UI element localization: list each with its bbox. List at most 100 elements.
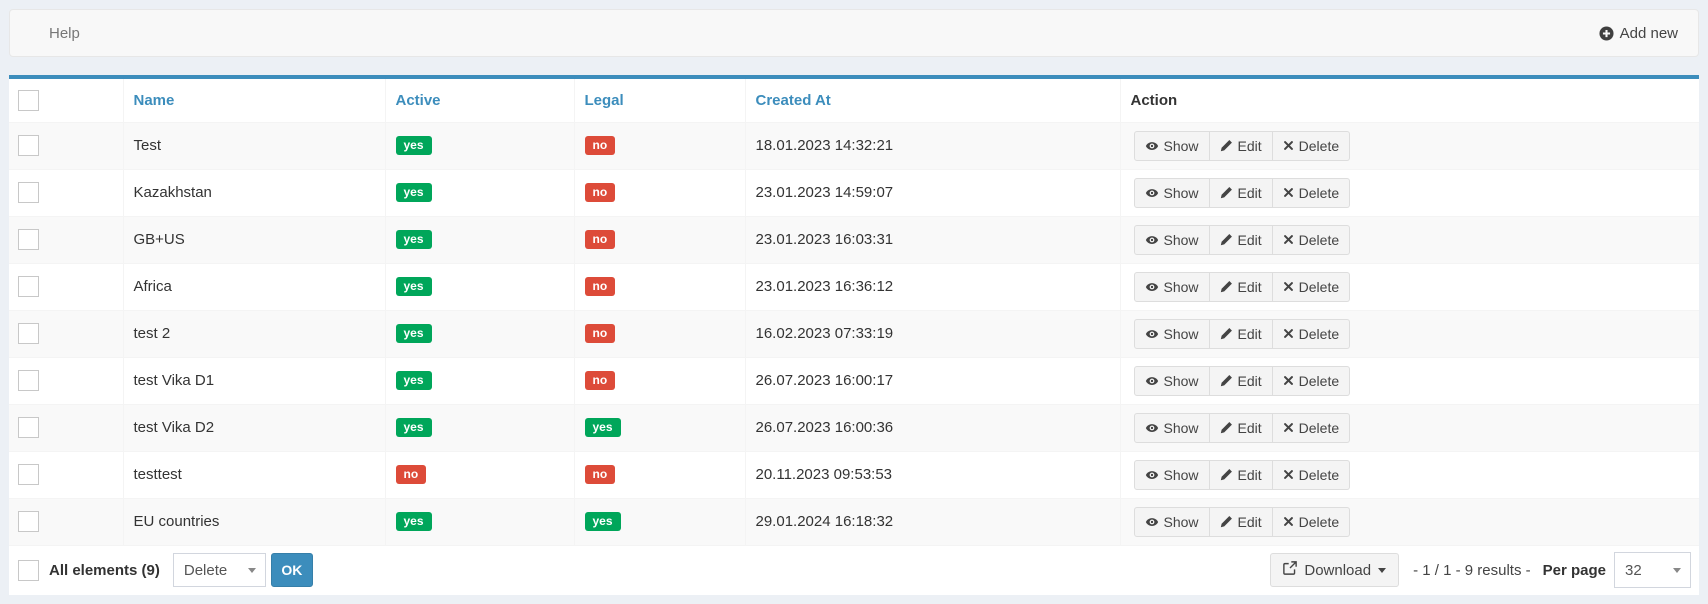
table-row: Kazakhstan yes no 23.01.2023 14:59:07 [9, 169, 1699, 216]
row-created-at: 18.01.2023 14:32:21 [756, 137, 894, 154]
show-button[interactable]: Show [1134, 225, 1210, 255]
show-button[interactable]: Show [1134, 272, 1210, 302]
column-header-name[interactable]: Name [134, 92, 175, 109]
bulk-action-value: Delete [184, 562, 227, 579]
eye-icon [1145, 421, 1159, 435]
add-new-button[interactable]: Add new [1599, 25, 1678, 42]
legal-badge: no [585, 324, 616, 343]
row-checkbox[interactable] [18, 135, 39, 156]
pagination: Download - 1 / 1 - 9 results - Per page … [1270, 552, 1691, 588]
row-created-at: 20.11.2023 09:53:53 [756, 466, 893, 483]
row-action-group: Show Edit [1134, 413, 1351, 443]
column-header-legal[interactable]: Legal [585, 92, 624, 109]
show-button[interactable]: Show [1134, 178, 1210, 208]
download-button[interactable]: Download [1270, 553, 1399, 587]
active-badge: yes [396, 512, 432, 531]
caret-down-icon [1378, 568, 1386, 573]
select-all-footer-checkbox[interactable] [18, 560, 39, 581]
page: Help Add new Name Active Legal Created A… [0, 0, 1708, 604]
x-icon [1283, 281, 1294, 292]
x-icon [1283, 375, 1294, 386]
row-checkbox[interactable] [18, 370, 39, 391]
row-name: EU countries [134, 513, 220, 530]
legal-badge: yes [585, 512, 621, 531]
row-created-at: 23.01.2023 16:36:12 [756, 278, 894, 295]
select-all-checkbox[interactable] [18, 90, 39, 111]
help-link[interactable]: Help [49, 25, 80, 42]
row-created-at: 23.01.2023 16:03:31 [756, 231, 894, 248]
row-checkbox[interactable] [18, 464, 39, 485]
edit-button[interactable]: Edit [1210, 178, 1273, 208]
edit-button[interactable]: Edit [1210, 366, 1273, 396]
table-header-row: Name Active Legal Created At Action [9, 79, 1699, 122]
pencil-icon [1220, 421, 1233, 434]
list-footer: All elements (9) Delete OK Download [9, 546, 1699, 595]
ok-button[interactable]: OK [271, 553, 313, 587]
active-badge: no [396, 465, 427, 484]
delete-button[interactable]: Delete [1273, 272, 1350, 302]
row-action-group: Show Edit [1134, 507, 1351, 537]
row-action-group: Show Edit [1134, 225, 1351, 255]
edit-button[interactable]: Edit [1210, 413, 1273, 443]
per-page-label: Per page [1543, 562, 1606, 579]
delete-button[interactable]: Delete [1273, 178, 1350, 208]
x-icon [1283, 516, 1294, 527]
show-button[interactable]: Show [1134, 413, 1210, 443]
x-icon [1283, 187, 1294, 198]
edit-button[interactable]: Edit [1210, 272, 1273, 302]
delete-button[interactable]: Delete [1273, 319, 1350, 349]
column-header-active[interactable]: Active [396, 92, 441, 109]
legal-badge: no [585, 183, 616, 202]
column-header-created-at[interactable]: Created At [756, 92, 831, 109]
table-body: Test yes no 18.01.2023 14:32:21 [9, 122, 1699, 545]
delete-button[interactable]: Delete [1273, 225, 1350, 255]
row-checkbox[interactable] [18, 276, 39, 297]
add-new-label: Add new [1620, 25, 1678, 42]
row-action-group: Show Edit [1134, 272, 1351, 302]
edit-button[interactable]: Edit [1210, 460, 1273, 490]
pencil-icon [1220, 186, 1233, 199]
show-button[interactable]: Show [1134, 319, 1210, 349]
row-checkbox[interactable] [18, 182, 39, 203]
edit-button[interactable]: Edit [1210, 225, 1273, 255]
eye-icon [1145, 186, 1159, 200]
row-checkbox[interactable] [18, 323, 39, 344]
table-row: EU countries yes yes 29.01.2024 16:18:32 [9, 498, 1699, 545]
show-button[interactable]: Show [1134, 460, 1210, 490]
row-checkbox[interactable] [18, 511, 39, 532]
delete-button[interactable]: Delete [1273, 366, 1350, 396]
row-name: test 2 [134, 325, 171, 342]
edit-button[interactable]: Edit [1210, 507, 1273, 537]
row-checkbox[interactable] [18, 417, 39, 438]
delete-button[interactable]: Delete [1273, 460, 1350, 490]
delete-button[interactable]: Delete [1273, 413, 1350, 443]
active-badge: yes [396, 277, 432, 296]
column-header-action: Action [1131, 92, 1178, 109]
delete-button[interactable]: Delete [1273, 507, 1350, 537]
pencil-icon [1220, 515, 1233, 528]
show-button[interactable]: Show [1134, 366, 1210, 396]
results-summary: - 1 / 1 - 9 results - [1413, 562, 1531, 579]
delete-button[interactable]: Delete [1273, 131, 1350, 161]
per-page-value: 32 [1625, 562, 1642, 579]
table-row: testtest no no 20.11.2023 09:53:53 [9, 451, 1699, 498]
bulk-action-select[interactable]: Delete [173, 553, 266, 587]
legal-badge: no [585, 465, 616, 484]
download-label: Download [1304, 562, 1371, 579]
row-action-group: Show Edit [1134, 131, 1351, 161]
eye-icon [1145, 280, 1159, 294]
row-checkbox[interactable] [18, 229, 39, 250]
edit-button[interactable]: Edit [1210, 131, 1273, 161]
show-button[interactable]: Show [1134, 131, 1210, 161]
active-badge: yes [396, 418, 432, 437]
pencil-icon [1220, 468, 1233, 481]
data-table: Name Active Legal Created At Action Test… [9, 79, 1699, 546]
active-badge: yes [396, 324, 432, 343]
per-page-select[interactable]: 32 [1614, 552, 1691, 588]
row-created-at: 23.01.2023 14:59:07 [756, 184, 894, 201]
edit-button[interactable]: Edit [1210, 319, 1273, 349]
toolbar: Help Add new [9, 9, 1699, 57]
row-created-at: 26.07.2023 16:00:17 [756, 372, 894, 389]
table-row: test 2 yes no 16.02.2023 07:33:19 [9, 310, 1699, 357]
show-button[interactable]: Show [1134, 507, 1210, 537]
